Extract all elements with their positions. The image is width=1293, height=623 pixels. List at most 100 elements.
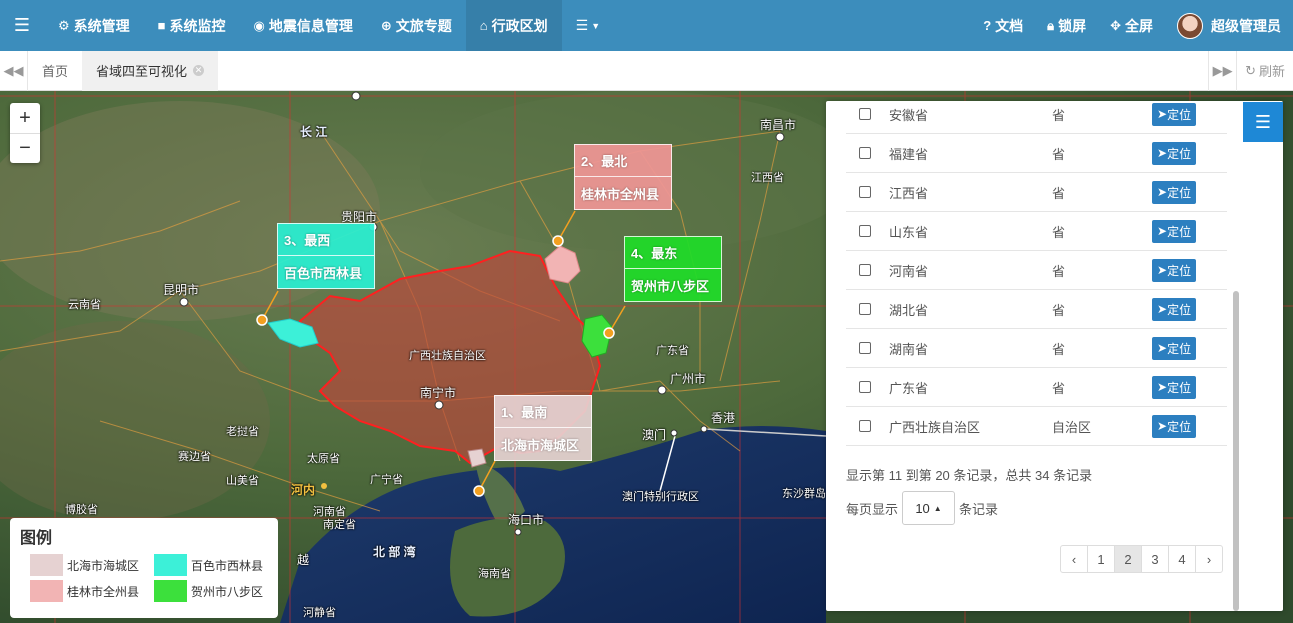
top-navbar: ☰ ⚙ 系统管理 ■ 系统监控 ◉ 地震信息管理 ⊕ 文旅专题 ⌂ 行政区划 ☰ ▼ ? 文档…	[0, 0, 1293, 51]
paper-plane-icon: ➤	[1157, 146, 1168, 160]
legend-label: 北海市海城区	[67, 558, 140, 573]
row-level: 省	[1052, 380, 1066, 396]
refresh-icon: ↻	[1245, 62, 1256, 78]
callout-west-title: 3、最西	[278, 224, 374, 256]
locate-button[interactable]: ➤ 定位	[1152, 102, 1197, 126]
row-name: 山东省	[889, 224, 929, 240]
nav-culture-tourism[interactable]: ⊕ 文旅专题	[367, 0, 466, 51]
callout-north[interactable]: 2、最北 桂林市全州县	[574, 144, 672, 210]
tab-scroll-left-icon[interactable]: ◀◀	[0, 50, 28, 91]
callout-south[interactable]: 1、最南 北海市海城区	[494, 395, 592, 461]
map-label-macau: 澳门	[642, 428, 667, 442]
close-icon[interactable]: ✕	[193, 65, 205, 76]
fullscreen-label: 全屏	[1125, 17, 1153, 34]
locate-label: 定位	[1167, 341, 1192, 356]
legend-label: 百色市西林县	[191, 558, 264, 573]
callout-north-title: 2、最北	[575, 145, 671, 177]
callout-south-place: 北海市海城区	[501, 437, 580, 453]
row-checkbox[interactable]	[859, 381, 871, 393]
callout-west[interactable]: 3、最西 百色市西林县	[277, 223, 375, 289]
tab-bar: ◀◀ 首页 省域四至可视化 ✕ ▶▶ ↻ 刷新	[0, 50, 1293, 91]
refresh-button[interactable]: ↻ 刷新	[1236, 50, 1293, 91]
row-checkbox[interactable]	[859, 420, 871, 432]
legend-swatch	[30, 580, 63, 602]
locate-button[interactable]: ➤ 定位	[1152, 414, 1197, 438]
locate-button[interactable]: ➤ 定位	[1152, 219, 1197, 243]
expand-icon: ✥	[1110, 17, 1121, 33]
row-name: 广西壮族自治区	[889, 419, 981, 435]
nav-system-monitor[interactable]: ■ 系统监控	[144, 0, 240, 51]
row-name: 福建省	[889, 146, 929, 162]
paper-plane-icon: ➤	[1157, 419, 1168, 433]
question-icon: ?	[983, 18, 992, 33]
page-button[interactable]: 3	[1141, 545, 1169, 573]
page-size-select[interactable]: 10 ▲	[902, 491, 956, 525]
locate-button[interactable]: ➤ 定位	[1152, 375, 1197, 399]
map-label-guangzhou: 广州市	[670, 372, 707, 386]
row-checkbox[interactable]	[859, 303, 871, 315]
locate-button[interactable]: ➤ 定位	[1152, 141, 1197, 165]
map-label-shanmei: 山美省	[226, 475, 259, 487]
tab-current[interactable]: 省域四至可视化 ✕	[82, 50, 219, 91]
zoom-out-button[interactable]: −	[10, 133, 40, 163]
legend-swatch	[154, 580, 187, 602]
tab-scroll-right-icon[interactable]: ▶▶	[1208, 50, 1236, 91]
row-level: 省	[1052, 185, 1066, 201]
row-checkbox[interactable]	[859, 108, 871, 120]
locate-button[interactable]: ➤ 定位	[1152, 180, 1197, 204]
paper-plane-icon: ➤	[1157, 302, 1168, 316]
table-row: 山东省 省 ➤ 定位	[846, 212, 1227, 251]
page-next-button[interactable]: ›	[1195, 545, 1223, 573]
map-label-bojiao: 博胶省	[65, 504, 98, 516]
page-button[interactable]: 1	[1087, 545, 1115, 573]
legend-title: 图例	[20, 530, 53, 547]
paper-plane-icon: ➤	[1157, 224, 1168, 238]
tab-home[interactable]: 首页	[28, 51, 82, 91]
locate-label: 定位	[1167, 302, 1192, 317]
lock-screen-button[interactable]: 🔒︎ 锁屏	[1035, 0, 1098, 51]
locate-button[interactable]: ➤ 定位	[1152, 297, 1197, 321]
panel-scrollbar[interactable]	[1233, 291, 1239, 611]
user-menu[interactable]: 超级管理员	[1165, 0, 1293, 51]
callout-east-title: 4、最东	[625, 237, 721, 269]
row-checkbox[interactable]	[859, 264, 871, 276]
nav-system-admin[interactable]: ⚙ 系统管理	[44, 0, 144, 51]
legend-swatch	[154, 554, 187, 576]
caret-down-icon: ▼	[591, 20, 601, 31]
page-button[interactable]: 4	[1168, 545, 1196, 573]
locate-button[interactable]: ➤ 定位	[1152, 336, 1197, 360]
row-checkbox[interactable]	[859, 147, 871, 159]
zoom-in-button[interactable]: +	[10, 103, 40, 133]
map-label-nanding: 南定省	[323, 519, 356, 531]
nav-earthquake-info[interactable]: ◉ 地震信息管理	[240, 0, 367, 51]
map-label-beibu: 北 部 湾	[373, 545, 416, 559]
row-name: 江西省	[889, 185, 929, 201]
map-label-nanning: 南宁市	[420, 386, 457, 400]
panel-toggle-button[interactable]: ☰	[1243, 102, 1283, 142]
row-checkbox[interactable]	[859, 342, 871, 354]
nav-more-dropdown[interactable]: ☰ ▼	[562, 0, 614, 51]
nav-label: 系统管理	[73, 17, 130, 34]
row-checkbox[interactable]	[859, 225, 871, 237]
row-checkbox[interactable]	[859, 186, 871, 198]
lock-icon: 🔒︎	[1047, 17, 1055, 33]
legend-item: 百色市西林县	[154, 554, 278, 576]
page-prev-button[interactable]: ‹	[1060, 545, 1088, 573]
page-button-active[interactable]: 2	[1114, 545, 1142, 573]
nav-admin-division[interactable]: ⌂ 行政区划	[465, 0, 562, 51]
callout-east[interactable]: 4、最东 贺州市八步区	[624, 236, 722, 302]
locate-button[interactable]: ➤ 定位	[1152, 258, 1197, 282]
row-name: 湖北省	[889, 302, 929, 318]
tab-current-label: 省域四至可视化	[96, 64, 188, 79]
map-label-guangdong: 广东省	[656, 345, 689, 357]
docs-link[interactable]: ? 文档	[971, 0, 1035, 51]
table-row: 湖南省 省 ➤ 定位	[846, 329, 1227, 368]
menu-toggle-icon[interactable]: ☰	[0, 0, 44, 51]
fullscreen-button[interactable]: ✥ 全屏	[1098, 0, 1165, 51]
map-label-hongkong: 香港	[711, 411, 736, 425]
map-label-hejiao: 河静省	[303, 607, 336, 619]
map-label-haikou: 海口市	[508, 513, 545, 527]
globe-icon: ⊕	[380, 17, 392, 33]
row-name: 河南省	[889, 263, 929, 279]
table-row: 福建省 省 ➤ 定位	[846, 134, 1227, 173]
